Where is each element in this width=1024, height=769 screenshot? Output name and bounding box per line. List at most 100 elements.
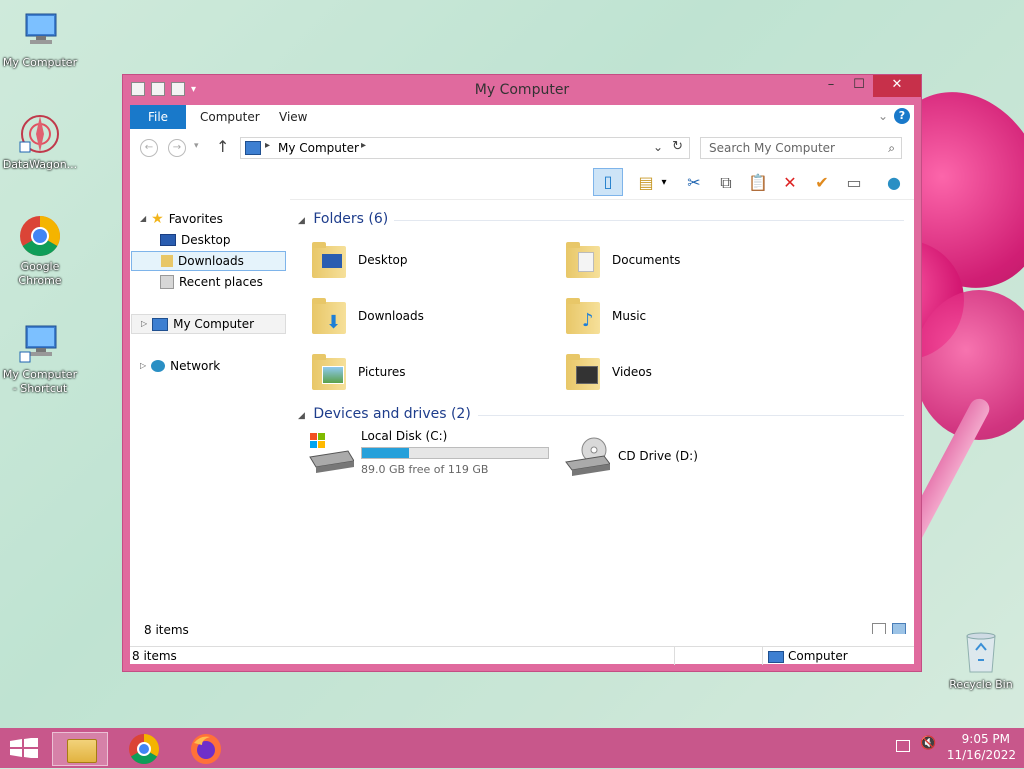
desktop-icon-my-computer[interactable]: My Computer: [0, 10, 80, 70]
drive-local-disk[interactable]: Local Disk (C:) 89.0 GB free of 119 GB: [308, 429, 558, 479]
up-button[interactable]: ↑: [216, 137, 229, 156]
minimize-button[interactable]: –: [817, 75, 845, 97]
desktop-icon-label: Recycle Bin: [949, 678, 1013, 691]
nav-desktop[interactable]: Desktop: [160, 230, 231, 250]
tab-file[interactable]: File: [130, 105, 186, 129]
taskbar-file-explorer[interactable]: [52, 732, 108, 766]
drive-free-space: 89.0 GB free of 119 GB: [361, 463, 489, 476]
chevron-down-icon[interactable]: ⌄: [878, 109, 888, 123]
preview-pane-icon[interactable]: ▯: [593, 168, 623, 196]
status-items-count: 8 items: [132, 649, 177, 663]
recent-places-icon: [160, 275, 174, 289]
disk-usage-fill: [362, 448, 409, 458]
rename-icon[interactable]: ▭: [842, 172, 866, 194]
drive-cd[interactable]: CD Drive (D:): [564, 431, 698, 481]
hard-drive-icon: [308, 433, 355, 473]
desktop-icon-my-computer-shortcut[interactable]: My Computer - Shortcut: [0, 322, 80, 396]
nav-label: Favorites: [168, 212, 223, 226]
desktop-icon-label: DataWagon...: [2, 158, 78, 171]
taskbar-chrome[interactable]: [116, 732, 172, 766]
nav-label: Network: [170, 359, 221, 373]
chrome-icon: [18, 214, 62, 258]
folder-label: Desktop: [358, 253, 408, 267]
copy-icon[interactable]: ⧉: [714, 172, 738, 194]
title-bar[interactable]: ▾ My Computer – ☐ ✕: [123, 75, 921, 105]
breadcrumb-chevron-icon[interactable]: ▸: [361, 140, 366, 151]
tab-computer[interactable]: Computer: [200, 105, 260, 129]
refresh-icon[interactable]: ↻: [672, 139, 683, 154]
start-button[interactable]: [10, 737, 38, 759]
desktop-icon-datawagon[interactable]: DataWagon...: [0, 112, 80, 172]
folder-icon: [310, 352, 350, 392]
breadcrumb-my-computer[interactable]: My Computer: [278, 141, 359, 155]
close-button[interactable]: ✕: [873, 75, 921, 97]
properties-check-icon[interactable]: ▤: [634, 172, 658, 194]
group-header-label: Folders (6): [313, 211, 389, 227]
collapse-arrow-icon[interactable]: ◢: [298, 411, 305, 421]
desktop-icon-label: Google Chrome: [18, 260, 62, 287]
nav-recent-places[interactable]: Recent places: [160, 272, 263, 292]
clock-date[interactable]: 11/16/2022: [947, 748, 1016, 762]
search-icon: ⌕: [888, 141, 895, 155]
paste-icon[interactable]: 📋: [746, 172, 770, 194]
folders-group-header[interactable]: ◢ Folders (6): [298, 211, 904, 227]
expand-arrow-icon[interactable]: ◢: [140, 209, 146, 229]
desktop-icon-recycle-bin[interactable]: Recycle Bin: [946, 630, 1016, 691]
folder-documents[interactable]: Documents: [564, 235, 680, 285]
tab-view[interactable]: View: [279, 105, 307, 129]
content-pane: ◢ Folders (6) Desktop Documents ⬇ Downlo…: [144, 199, 914, 637]
delete-icon[interactable]: ✕: [778, 172, 802, 194]
address-bar[interactable]: ▸ My Computer ▸ ⌄ ↻: [240, 137, 690, 159]
recent-locations-icon[interactable]: ▾: [194, 141, 199, 151]
taskbar-firefox[interactable]: [178, 732, 234, 766]
command-toolbar: ▯ ▤ ▾ ✂ ⧉ 📋 ✕ ✔ ▭ ●: [130, 165, 914, 200]
folder-icon: [564, 240, 604, 280]
network-tray-icon[interactable]: [896, 740, 910, 752]
nav-my-computer[interactable]: ▷ My Computer: [131, 314, 286, 334]
address-dropdown-icon[interactable]: ⌄: [653, 140, 663, 154]
computer-small-icon: [245, 141, 261, 155]
chevron-down-icon[interactable]: ▾: [658, 172, 670, 194]
nav-downloads[interactable]: Downloads: [131, 251, 286, 271]
nav-favorites[interactable]: ◢ ★ Favorites: [140, 209, 223, 229]
volume-muted-icon[interactable]: 🔇: [920, 736, 936, 751]
desktop-icon-google-chrome[interactable]: Google Chrome: [0, 214, 80, 288]
help-icon[interactable]: ?: [894, 108, 910, 124]
folder-label: Videos: [612, 365, 652, 379]
group-header-label: Devices and drives (2): [313, 406, 471, 422]
nav-label: Recent places: [179, 275, 263, 289]
back-button[interactable]: ←: [140, 139, 158, 157]
maximize-button[interactable]: ☐: [845, 75, 873, 97]
checkmark-icon[interactable]: ✔: [810, 172, 834, 194]
clock-time[interactable]: 9:05 PM: [962, 732, 1010, 746]
folder-videos[interactable]: Videos: [564, 347, 652, 397]
nav-network[interactable]: ▷ Network: [140, 356, 220, 376]
folder-pictures[interactable]: Pictures: [310, 347, 406, 397]
breadcrumb-chevron-icon[interactable]: ▸: [265, 140, 270, 151]
nav-label: Desktop: [181, 233, 231, 247]
folder-music[interactable]: ♪ Music: [564, 291, 646, 341]
network-icon: [151, 360, 166, 372]
drive-label: Local Disk (C:): [361, 429, 448, 443]
taskbar: 🔇 9:05 PM 11/16/2022: [0, 728, 1024, 768]
globe-icon[interactable]: ●: [882, 172, 906, 194]
forward-button[interactable]: →: [168, 139, 186, 157]
search-input[interactable]: Search My Computer ⌕: [700, 137, 902, 159]
cut-icon[interactable]: ✂: [682, 172, 706, 194]
navigation-bar: ← → ▾ ↑ ▸ My Computer ▸ ⌄ ↻ Search My Co…: [130, 129, 914, 165]
recycle-bin-icon: [964, 630, 998, 674]
folder-icon: ♪: [564, 296, 604, 336]
folder-desktop[interactable]: Desktop: [310, 235, 408, 285]
folder-downloads[interactable]: ⬇ Downloads: [310, 291, 424, 341]
folder-label: Music: [612, 309, 647, 323]
expand-arrow-icon[interactable]: ▷: [141, 314, 147, 334]
desktop-icon-label: My Computer - Shortcut: [2, 368, 78, 395]
system-tray: 🔇 9:05 PM 11/16/2022: [896, 732, 1016, 764]
collapse-arrow-icon[interactable]: ◢: [298, 216, 305, 226]
devices-group-header[interactable]: ◢ Devices and drives (2): [298, 406, 904, 422]
nav-label: My Computer: [173, 317, 255, 331]
desktop-folder-icon: [160, 234, 176, 246]
expand-arrow-icon[interactable]: ▷: [140, 356, 146, 376]
folder-icon: [564, 352, 604, 392]
status-divider: [762, 647, 763, 665]
